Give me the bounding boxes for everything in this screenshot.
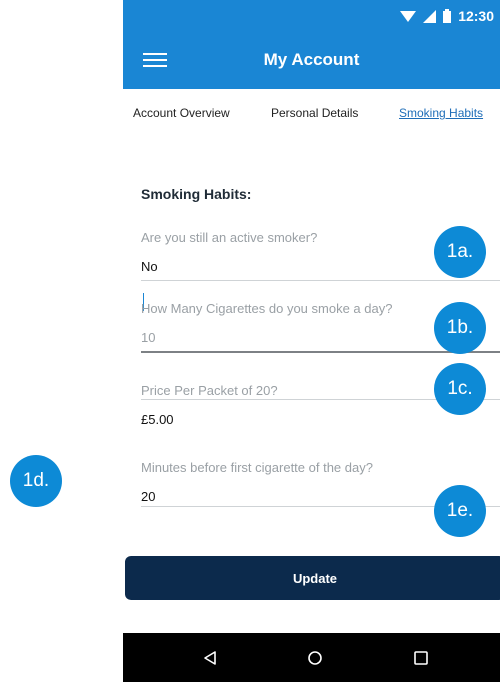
annotation-badge-1a: 1a.: [434, 226, 486, 278]
annotation-badge-1c: 1c.: [434, 363, 486, 415]
annotation-badge-1e: 1e.: [434, 485, 486, 537]
account-tabs: Account Overview Personal Details Smokin…: [123, 106, 500, 128]
annotation-badge-1b: 1b.: [434, 302, 486, 354]
back-icon[interactable]: [198, 646, 222, 670]
status-time: 12:30: [458, 8, 494, 24]
wifi-icon: [400, 10, 417, 22]
home-icon[interactable]: [303, 646, 327, 670]
app-title: My Account: [263, 50, 360, 69]
app-bar: My Account: [123, 34, 500, 89]
battery-icon: [443, 9, 452, 23]
tab-smoking-habits[interactable]: Smoking Habits: [399, 106, 483, 120]
status-bar: 12:30: [123, 0, 500, 34]
minutes-before-first-cigarette-question: Minutes before first cigarette of the da…: [141, 460, 373, 475]
cellular-signal-icon: [423, 9, 437, 23]
field-underline-focused: [141, 351, 500, 353]
tab-account-overview[interactable]: Account Overview: [133, 106, 230, 120]
section-title: Smoking Habits:: [141, 186, 252, 202]
price-per-packet-value[interactable]: £5.00: [141, 412, 500, 427]
android-navigation-bar: [123, 633, 500, 682]
annotation-badge-1d: 1d.: [10, 455, 62, 507]
field-underline: [141, 280, 500, 281]
phone-screen: 12:30 My Account Account Overview Person…: [123, 0, 500, 682]
recent-apps-icon[interactable]: [409, 646, 433, 670]
update-button[interactable]: Update: [125, 556, 500, 600]
tab-personal-details[interactable]: Personal Details: [271, 106, 358, 120]
